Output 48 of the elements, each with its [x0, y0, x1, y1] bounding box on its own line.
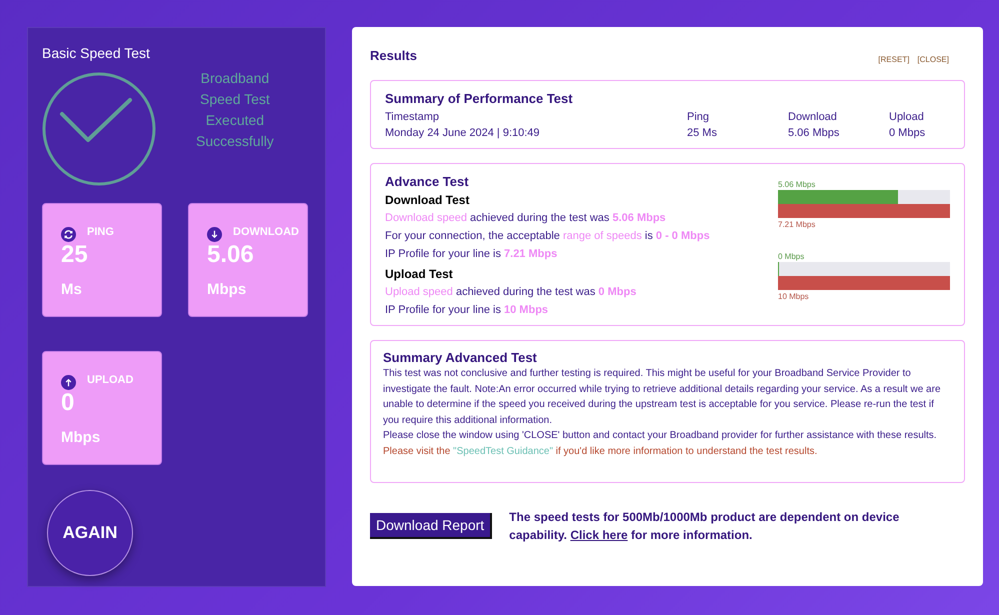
status-text: Speed Test [200, 90, 270, 109]
download-report-button[interactable]: Download Report [370, 513, 492, 539]
profile-label: 10 Mbps [778, 291, 810, 303]
column-value: 5.06 Mbps [788, 126, 840, 140]
action-link[interactable]: [CLOSE] [917, 54, 949, 66]
column-heading: Download [788, 110, 838, 124]
again-button[interactable]: AGAIN [47, 490, 133, 576]
close-note: Please close the window using 'CLOSE' button and contact your Broadband provider for further assistance with these results. [383, 429, 938, 443]
card-title: Summary of Performance Test [385, 90, 574, 108]
column-value: Monday 24 June 2024 | 9:10:49 [385, 126, 541, 140]
result-sentence: Upload speed achieved during the test was 0 Mbps [385, 285, 636, 300]
card-title: Summary Advanced Test [383, 350, 538, 366]
guidance-sentence: Please visit the "SpeedTest Guidance" if you'd like more information to understand the test results. [383, 444, 818, 458]
tile-unit: Mbps [207, 280, 248, 300]
tile-label: DOWNLOAD [233, 225, 299, 240]
refresh-icon [61, 227, 76, 242]
panel-title: Basic Speed Test [42, 44, 151, 63]
tile-label: PING [87, 225, 114, 240]
tile-value: 25 [61, 243, 89, 267]
status-text: Executed [206, 111, 264, 130]
tile-unit: Ms [61, 280, 83, 300]
result-sentence: IP Profile for your line is 7.21 Mbps [385, 247, 558, 262]
column-value: 0 Mbps [889, 126, 926, 140]
tile-unit: Mbps [61, 428, 102, 448]
device-note: The speed tests for 500Mb/1000Mb product are dependent on device capability. Click here for more information. [509, 509, 900, 544]
result-sentence: IP Profile for your line is 10 Mbps [385, 303, 550, 318]
click-here-link[interactable]: Click here [570, 528, 628, 542]
section-title: Download Test [385, 192, 470, 209]
result-sentence: For your connection, the acceptable range of speeds is 0 - 0 Mbps [385, 229, 710, 244]
result-sentence: Download speed achieved during the test was 5.06 Mbps [385, 211, 667, 226]
profile-label: 7.21 Mbps [778, 219, 816, 231]
status-text: Successfully [196, 132, 274, 151]
check-circle-icon [42, 72, 156, 186]
column-heading: Upload [889, 110, 925, 124]
results-title: Results [370, 47, 417, 65]
column-heading: Timestamp [385, 110, 440, 124]
speed-label: 0 Mbps [778, 251, 806, 262]
speed-label: 5.06 Mbps [778, 179, 816, 190]
tile-label: UPLOAD [87, 373, 134, 388]
status-text: Broadband [200, 69, 270, 88]
section-title: Upload Test [385, 266, 454, 283]
column-value: 25 Ms [687, 126, 718, 140]
summary-paragraph: This test was not conclusive and further testing is required. This might be useful for your Broadband Service Provider to investigate the fault. Note:An error occurred while trying to retrieve additional details regarding your service. As a result we are unable to determine if the speed you received during the upstream test is acceptable for you service. Please re-run the test if you require this additional information. [383, 367, 942, 428]
tile-value: 0 [61, 391, 76, 415]
action-link[interactable]: [RESET] [878, 54, 910, 66]
card-title: Advance Test [385, 172, 469, 190]
tile-value: 5.06 [207, 243, 255, 267]
column-heading: Ping [687, 110, 710, 124]
